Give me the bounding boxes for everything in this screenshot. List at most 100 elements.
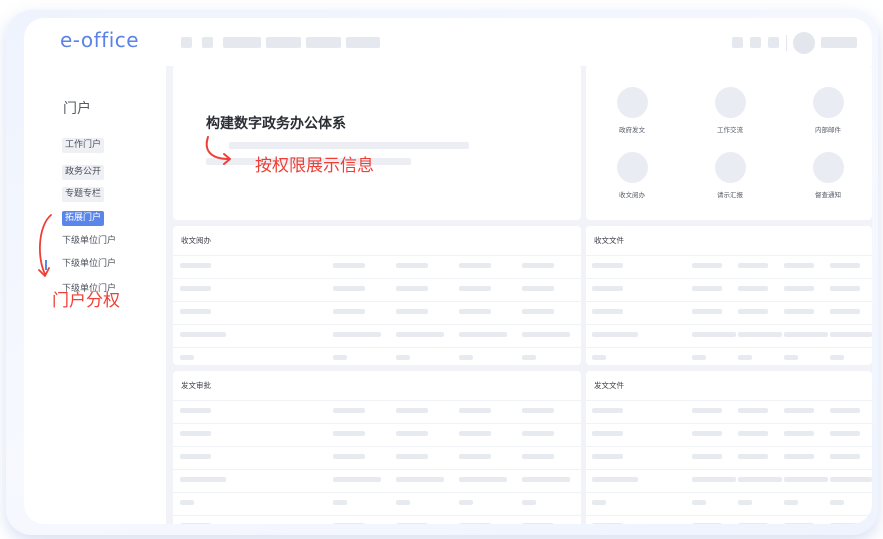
cell-placeholder xyxy=(333,263,365,268)
cell-placeholder xyxy=(396,523,428,524)
toolbar-icon-placeholder[interactable] xyxy=(750,37,761,48)
row-divider xyxy=(173,400,581,401)
panel-title: 发文文件 xyxy=(594,381,624,390)
cell-placeholder xyxy=(396,263,428,268)
circle-icon xyxy=(714,87,746,118)
cell-placeholder xyxy=(180,408,211,413)
top-nav-placeholder[interactable] xyxy=(202,37,213,48)
cell-placeholder xyxy=(333,523,365,524)
hero-subtitle-placeholder xyxy=(229,142,469,149)
panel-title: 发文审批 xyxy=(181,381,211,390)
cell-placeholder xyxy=(396,286,428,291)
circle-icon xyxy=(616,152,648,183)
row-divider xyxy=(173,492,581,493)
shortcut-gov-dispatch[interactable]: 政府发文 xyxy=(592,87,672,134)
panel-send-approval: 发文审批 xyxy=(173,371,581,524)
row-divider xyxy=(586,469,872,470)
cell-placeholder xyxy=(592,309,623,314)
app-logo[interactable]: e-office xyxy=(60,28,139,52)
cell-placeholder xyxy=(459,408,491,413)
cell-placeholder xyxy=(522,332,570,337)
cell-placeholder xyxy=(830,431,860,436)
row-divider xyxy=(173,255,581,256)
row-divider xyxy=(173,515,581,516)
cell-placeholder xyxy=(830,263,860,268)
top-bar: e-office xyxy=(24,18,872,66)
cell-placeholder xyxy=(738,431,768,436)
row-divider xyxy=(173,446,581,447)
toolbar-icon-placeholder[interactable] xyxy=(768,37,779,48)
sidebar-item-special-column[interactable]: 专题专栏 xyxy=(62,187,105,202)
sidebar-item-sub-unit-1[interactable]: 下级单位门户 xyxy=(62,236,116,247)
cell-placeholder xyxy=(592,477,638,482)
sidebar-item-sub-unit-2[interactable]: 下级单位门户 xyxy=(62,259,116,270)
top-nav-placeholder[interactable] xyxy=(223,37,261,48)
cell-placeholder xyxy=(180,431,211,436)
cell-placeholder xyxy=(180,263,211,268)
cell-placeholder xyxy=(459,309,491,314)
row-divider xyxy=(586,301,872,302)
shortcuts-panel: 政府发文 工作交流 内部邮件 收文阅办 请示汇报 督查通知 xyxy=(586,65,872,220)
cell-placeholder xyxy=(692,500,706,505)
sidebar-item-work-portal[interactable]: 工作门户 xyxy=(62,138,105,153)
cell-placeholder xyxy=(396,431,428,436)
cell-placeholder xyxy=(830,408,860,413)
top-nav-placeholder[interactable] xyxy=(306,37,341,48)
top-nav-placeholder[interactable] xyxy=(181,37,192,48)
cell-placeholder xyxy=(522,500,536,505)
cell-placeholder xyxy=(738,500,752,505)
avatar[interactable] xyxy=(793,32,815,54)
row-divider xyxy=(173,347,581,348)
shortcut-work-exchange[interactable]: 工作交流 xyxy=(690,87,770,134)
cell-placeholder xyxy=(180,286,211,291)
shortcut-internal-mail[interactable]: 内部邮件 xyxy=(788,87,868,134)
toolbar-icon-placeholder[interactable] xyxy=(732,37,743,48)
cell-placeholder xyxy=(459,454,491,459)
panel-receive-files: 收文文件 xyxy=(586,226,872,365)
cell-placeholder xyxy=(784,263,814,268)
cell-placeholder xyxy=(830,332,872,337)
cell-placeholder xyxy=(592,408,623,413)
shortcut-report[interactable]: 请示汇报 xyxy=(690,152,770,199)
shortcut-label: 政府发文 xyxy=(619,126,645,134)
circle-icon xyxy=(812,152,844,183)
cell-placeholder xyxy=(333,500,347,505)
sidebar-item-extended-portal[interactable]: 拓展门户 xyxy=(62,211,105,226)
row-divider xyxy=(173,469,581,470)
cell-placeholder xyxy=(333,355,347,360)
cell-placeholder xyxy=(180,454,211,459)
sidebar-title: 门户 xyxy=(63,101,91,117)
top-nav-placeholder[interactable] xyxy=(346,37,380,48)
circle-icon xyxy=(714,152,746,183)
panel-title: 收文文件 xyxy=(594,236,624,245)
red-curve-arrow-icon xyxy=(38,214,52,277)
cell-placeholder xyxy=(784,523,814,524)
row-divider xyxy=(586,278,872,279)
cell-placeholder xyxy=(522,408,554,413)
sidebar-item-gov-affairs[interactable]: 政务公开 xyxy=(62,165,105,180)
cell-placeholder xyxy=(333,286,365,291)
row-divider xyxy=(173,324,581,325)
cell-placeholder xyxy=(738,477,782,482)
shortcut-supervision[interactable]: 督查通知 xyxy=(788,152,868,199)
top-nav-placeholder[interactable] xyxy=(266,37,301,48)
cell-placeholder xyxy=(396,332,444,337)
cell-placeholder xyxy=(830,454,860,459)
row-divider xyxy=(173,278,581,279)
cell-placeholder xyxy=(459,332,507,337)
cell-placeholder xyxy=(784,309,814,314)
username-placeholder[interactable] xyxy=(821,37,857,48)
cell-placeholder xyxy=(592,286,623,291)
cell-placeholder xyxy=(784,408,814,413)
panel-send-files: 发文文件 xyxy=(586,371,872,524)
cell-placeholder xyxy=(692,477,736,482)
cell-placeholder xyxy=(180,523,211,524)
shortcut-receive-read[interactable]: 收文阅办 xyxy=(592,152,672,199)
cell-placeholder xyxy=(459,500,473,505)
row-divider xyxy=(586,446,872,447)
cell-placeholder xyxy=(830,523,860,524)
cell-placeholder xyxy=(522,286,554,291)
cell-placeholder xyxy=(738,523,768,524)
cell-placeholder xyxy=(692,431,722,436)
cell-placeholder xyxy=(333,332,381,337)
